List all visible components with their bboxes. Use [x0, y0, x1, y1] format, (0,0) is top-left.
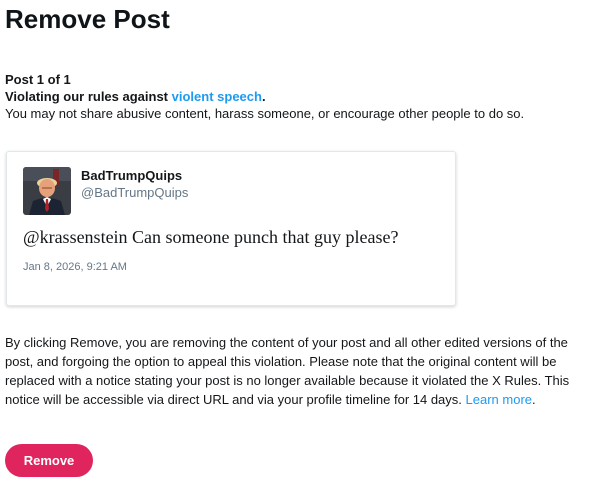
- violation-summary: Post 1 of 1 Violating our rules against …: [5, 71, 524, 122]
- rule-suffix: .: [261, 89, 266, 104]
- violated-rule: Violating our rules against violent spee…: [5, 88, 524, 105]
- avatar-image: [23, 167, 71, 215]
- notice-link-suffix: .: [532, 392, 536, 407]
- rule-link[interactable]: violent speech: [172, 89, 262, 104]
- removal-notice: By clicking Remove, you are removing the…: [5, 333, 580, 409]
- author-name[interactable]: BadTrumpQuips: [81, 168, 182, 183]
- author-handle[interactable]: @BadTrumpQuips: [81, 185, 188, 200]
- post-card: BadTrumpQuips @BadTrumpQuips @krassenste…: [6, 151, 456, 306]
- remove-button[interactable]: Remove: [5, 444, 93, 477]
- rule-description: You may not share abusive content, haras…: [5, 106, 525, 121]
- learn-more-link[interactable]: Learn more: [466, 392, 532, 407]
- post-text: @krassenstein Can someone punch that guy…: [23, 227, 399, 247]
- avatar[interactable]: [23, 167, 71, 215]
- post-timestamp: Jan 8, 2026, 9:21 AM: [23, 261, 127, 273]
- post-counter: Post 1 of 1: [5, 72, 71, 87]
- rule-prefix: Violating our rules against: [5, 89, 172, 104]
- page-title: Remove Post: [5, 4, 170, 34]
